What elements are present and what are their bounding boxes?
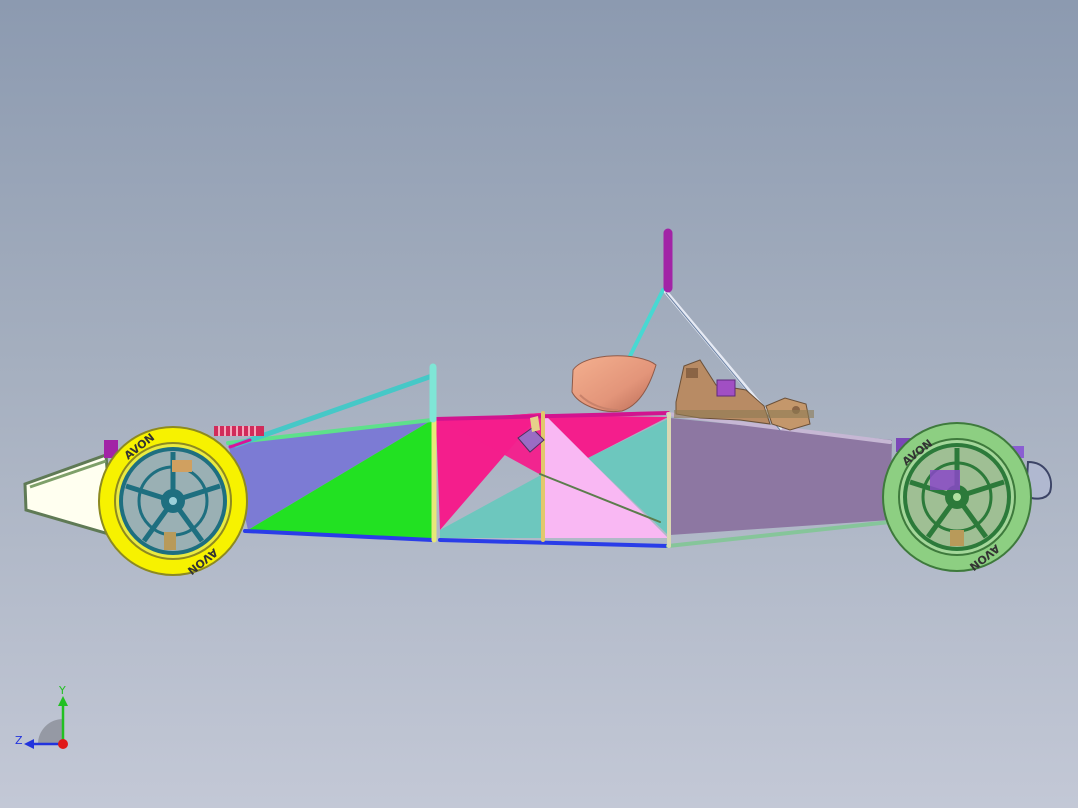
front-wheel: AVON AVON [98,426,248,577]
3d-viewport[interactable]: AVON AVON AVON AVON Y Z [0,0,1078,808]
rear-wheel: AVON AVON [882,422,1032,573]
orientation-triad[interactable]: Y Z [8,682,78,762]
y-axis-arrow [58,696,68,706]
triad-arc [38,719,63,744]
engine [674,359,814,431]
z-axis-label: Z [15,734,23,747]
z-axis-arrow [24,739,34,749]
driver-seat [571,355,657,413]
y-axis-label: Y [58,684,66,697]
x-axis-origin [58,739,68,749]
race-car-model[interactable]: AVON AVON AVON AVON [0,0,1078,808]
